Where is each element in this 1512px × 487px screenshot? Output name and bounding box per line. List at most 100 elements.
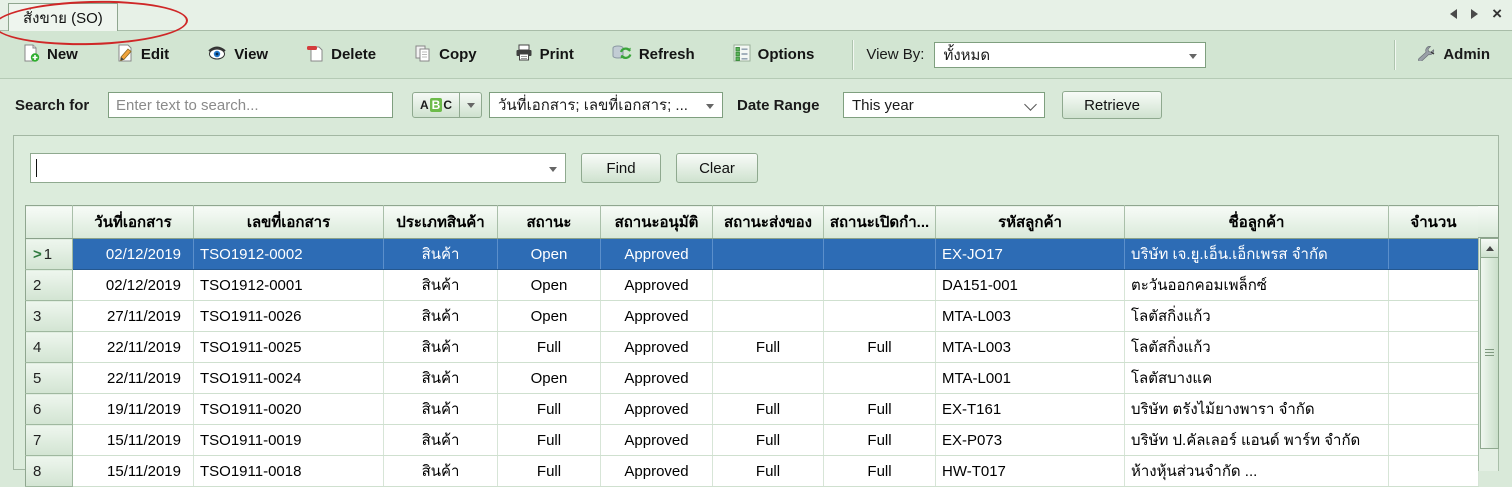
table-row[interactable]: 202/12/2019TSO1912-0001สินค้าOpenApprove… [26,270,1479,301]
header-product-type[interactable]: ประเภทสินค้า [384,206,498,239]
cell-ship_status[interactable]: Full [713,332,824,363]
scroll-up-button[interactable] [1480,238,1499,258]
view-by-select[interactable]: ทั้งหมด [934,42,1206,68]
options-button[interactable]: Options [723,38,825,72]
cell-approve_status[interactable]: Approved [601,394,713,425]
cell-status[interactable]: Open [498,301,601,332]
cell-open_status[interactable] [824,270,936,301]
header-amount[interactable]: จำนวน [1389,206,1479,239]
print-button[interactable]: Print [505,38,584,72]
cell-amount[interactable] [1389,332,1479,363]
cell-customer_code[interactable]: MTA-L003 [936,332,1125,363]
cell-product_type[interactable]: สินค้า [384,332,498,363]
cell-amount[interactable] [1389,425,1479,456]
cell-num[interactable]: 4 [26,332,73,363]
delete-button[interactable]: Delete [296,38,386,72]
cell-open_status[interactable]: Full [824,456,936,487]
cell-customer_code[interactable]: DA151-001 [936,270,1125,301]
cell-doc_no[interactable]: TSO1912-0001 [194,270,384,301]
header-customer-code[interactable]: รหัสลูกค้า [936,206,1125,239]
match-case-abc-button[interactable]: ABC [412,92,460,118]
cell-doc_no[interactable]: TSO1911-0024 [194,363,384,394]
cell-num[interactable]: 8 [26,456,73,487]
cell-date[interactable]: 15/11/2019 [73,425,194,456]
cell-customer_code[interactable]: EX-P073 [936,425,1125,456]
close-icon[interactable]: × [1492,7,1502,21]
cell-product_type[interactable]: สินค้า [384,363,498,394]
cell-open_status[interactable]: Full [824,332,936,363]
cell-ship_status[interactable] [713,363,824,394]
cell-ship_status[interactable] [713,239,824,270]
cell-approve_status[interactable]: Approved [601,270,713,301]
cell-product_type[interactable]: สินค้า [384,456,498,487]
cell-approve_status[interactable]: Approved [601,456,713,487]
cell-customer_name[interactable]: ห้างหุ้นส่วนจำกัด ... [1125,456,1389,487]
cell-approve_status[interactable]: Approved [601,363,713,394]
refresh-button[interactable]: Refresh [602,38,705,72]
cell-approve_status[interactable]: Approved [601,239,713,270]
table-row[interactable]: >102/12/2019TSO1912-0002สินค้าOpenApprov… [26,239,1479,270]
cell-num[interactable]: >1 [26,239,73,270]
cell-status[interactable]: Full [498,425,601,456]
retrieve-button[interactable]: Retrieve [1062,91,1162,119]
cell-num[interactable]: 2 [26,270,73,301]
cell-amount[interactable] [1389,394,1479,425]
cell-doc_no[interactable]: TSO1911-0018 [194,456,384,487]
cell-customer_code[interactable]: MTA-L003 [936,301,1125,332]
cell-num[interactable]: 6 [26,394,73,425]
cell-status[interactable]: Full [498,394,601,425]
new-button[interactable]: New [12,38,88,72]
cell-doc_no[interactable]: TSO1911-0020 [194,394,384,425]
cell-customer_code[interactable]: MTA-L001 [936,363,1125,394]
table-row[interactable]: 327/11/2019TSO1911-0026สินค้าOpenApprove… [26,301,1479,332]
cell-approve_status[interactable]: Approved [601,425,713,456]
cell-ship_status[interactable] [713,270,824,301]
cell-status[interactable]: Open [498,270,601,301]
header-open-status[interactable]: สถานะเปิดกำ... [824,206,936,239]
table-row[interactable]: 619/11/2019TSO1911-0020สินค้าFullApprove… [26,394,1479,425]
header-status[interactable]: สถานะ [498,206,601,239]
cell-ship_status[interactable]: Full [713,394,824,425]
cell-date[interactable]: 02/12/2019 [73,270,194,301]
cell-status[interactable]: Open [498,363,601,394]
cell-open_status[interactable] [824,301,936,332]
view-button[interactable]: View [197,38,278,72]
find-combo-input[interactable] [30,153,566,183]
edit-button[interactable]: Edit [106,38,179,72]
admin-button[interactable]: Admin [1406,39,1500,71]
table-row[interactable]: 522/11/2019TSO1911-0024สินค้าOpenApprove… [26,363,1479,394]
cell-ship_status[interactable]: Full [713,456,824,487]
cell-amount[interactable] [1389,363,1479,394]
table-row[interactable]: 815/11/2019TSO1911-0018สินค้าFullApprove… [26,456,1479,487]
cell-customer_code[interactable]: HW-T017 [936,456,1125,487]
cell-open_status[interactable] [824,239,936,270]
cell-customer_name[interactable]: ตะวันออกคอมเพล็กซ์ [1125,270,1389,301]
vertical-scrollbar[interactable] [1478,238,1499,471]
cell-date[interactable]: 27/11/2019 [73,301,194,332]
search-input[interactable] [108,92,393,118]
cell-date[interactable]: 22/11/2019 [73,363,194,394]
cell-doc_no[interactable]: TSO1911-0026 [194,301,384,332]
scrollbar-thumb[interactable] [1480,257,1499,449]
cell-approve_status[interactable]: Approved [601,301,713,332]
copy-button[interactable]: Copy [404,38,487,72]
cell-product_type[interactable]: สินค้า [384,301,498,332]
cell-customer_name[interactable]: โลตัสกิ่งแก้ว [1125,301,1389,332]
cell-date[interactable]: 02/12/2019 [73,239,194,270]
header-row-number[interactable] [26,206,73,239]
cell-num[interactable]: 3 [26,301,73,332]
cell-num[interactable]: 5 [26,363,73,394]
abc-dropdown-button[interactable] [460,92,482,118]
header-document-date[interactable]: วันที่เอกสาร [73,206,194,239]
cell-customer_name[interactable]: โลตัสกิ่งแก้ว [1125,332,1389,363]
cell-open_status[interactable]: Full [824,394,936,425]
cell-customer_name[interactable]: บริษัท ป.คัลเลอร์ แอนด์ พาร์ท จำกัด [1125,425,1389,456]
cell-ship_status[interactable]: Full [713,425,824,456]
cell-customer_code[interactable]: EX-T161 [936,394,1125,425]
cell-amount[interactable] [1389,301,1479,332]
cell-status[interactable]: Open [498,239,601,270]
cell-ship_status[interactable] [713,301,824,332]
cell-customer_name[interactable]: โลตัสบางแค [1125,363,1389,394]
cell-amount[interactable] [1389,456,1479,487]
cell-customer_name[interactable]: บริษัท ตรังไม้ยางพารา จำกัด [1125,394,1389,425]
